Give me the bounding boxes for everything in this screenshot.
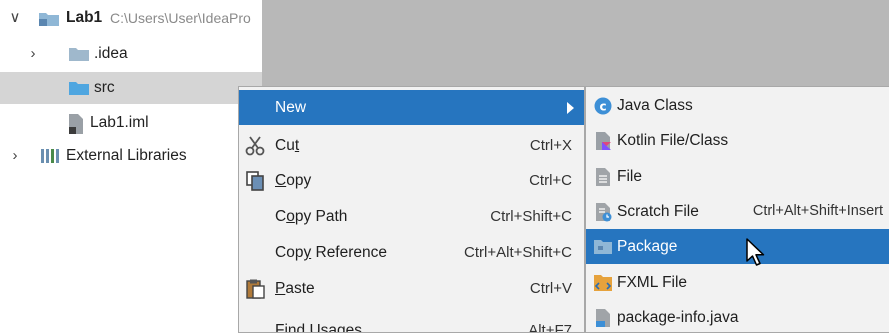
menu-shortcut-copy: Ctrl+C <box>529 172 572 189</box>
submenu-label-kotlin-file: Kotlin File/Class <box>617 132 729 149</box>
libraries-icon <box>41 149 59 163</box>
submenu-item-fxml-file[interactable]: FXML File <box>586 265 889 300</box>
module-folder-icon <box>39 13 59 26</box>
tree-label-external-libraries: External Libraries <box>66 147 187 164</box>
fxml-file-icon <box>594 275 612 291</box>
menu-item-copy-path[interactable]: Copy Path Ctrl+Shift+C <box>239 199 584 234</box>
chevron-right-icon[interactable]: › <box>8 140 22 172</box>
menu-label-copy-reference: Copy Reference <box>275 244 388 261</box>
tree-node-lab1-iml[interactable]: Lab1.iml <box>0 107 262 139</box>
submenu-item-package-info[interactable]: package-info.java <box>586 300 889 332</box>
submenu-label-fxml-file: FXML File <box>617 274 688 291</box>
package-icon <box>594 240 612 254</box>
menu-shortcut-copy-path: Ctrl+Shift+C <box>490 208 572 225</box>
menu-item-new[interactable]: New <box>239 90 584 125</box>
context-menu: New Cut Ctrl+X Copy Ctrl+C Copy Path Ctr… <box>238 86 585 333</box>
menu-shortcut-copy-reference: Ctrl+Alt+Shift+C <box>464 244 572 261</box>
chevron-down-icon[interactable]: ∨ <box>8 2 22 34</box>
tree-node-idea[interactable]: › .idea <box>0 38 262 70</box>
iml-file-icon <box>69 114 83 134</box>
file-icon <box>596 168 610 186</box>
menu-shortcut-paste: Ctrl+V <box>529 280 572 297</box>
scissors-icon <box>245 136 265 156</box>
paste-icon <box>246 279 265 299</box>
java-class-icon: c <box>594 97 612 115</box>
project-tree: ∨ Lab1 C:\Users\User\IdeaPro › .idea src… <box>0 0 262 333</box>
menu-label-copy: Copy <box>275 172 312 189</box>
new-submenu: c Java Class Kotlin File/Class File Scra… <box>585 86 889 333</box>
submenu-item-kotlin-file[interactable]: Kotlin File/Class <box>586 123 889 158</box>
tree-label-lab1-iml: Lab1.iml <box>90 114 149 131</box>
svg-text:c: c <box>599 100 606 114</box>
submenu-label-java-class: Java Class <box>617 97 693 114</box>
menu-label-cut: Cut <box>275 137 300 154</box>
kotlin-file-icon <box>596 132 611 150</box>
chevron-right-icon[interactable]: › <box>26 38 40 70</box>
tree-path-lab1: C:\Users\User\IdeaPro <box>110 10 251 26</box>
menu-item-cut[interactable]: Cut Ctrl+X <box>239 128 584 163</box>
copy-icon <box>246 171 264 191</box>
scratch-file-icon <box>596 203 612 222</box>
submenu-item-package[interactable]: Package <box>586 229 889 264</box>
tree-node-external-libraries[interactable]: › External Libraries <box>0 140 262 172</box>
submenu-shortcut-scratch-file: Ctrl+Alt+Shift+Insert <box>752 203 883 219</box>
submenu-label-package-info: package-info.java <box>617 309 739 326</box>
menu-item-paste[interactable]: Paste Ctrl+V <box>239 271 584 306</box>
tree-node-src[interactable]: src <box>0 72 262 104</box>
submenu-label-file: File <box>617 168 642 185</box>
tree-label-lab1: Lab1 <box>66 9 103 26</box>
submenu-label-package: Package <box>617 238 678 255</box>
source-folder-icon <box>69 82 89 95</box>
editor-background <box>262 0 889 86</box>
menu-label-copy-path: Copy Path <box>275 208 348 225</box>
menu-item-copy[interactable]: Copy Ctrl+C <box>239 163 584 198</box>
tree-node-lab1[interactable]: ∨ Lab1 C:\Users\User\IdeaPro <box>0 2 262 34</box>
submenu-item-java-class[interactable]: c Java Class <box>586 88 889 123</box>
menu-shortcut-cut: Ctrl+X <box>529 137 572 154</box>
menu-label-new: New <box>275 99 307 116</box>
submenu-label-scratch-file: Scratch File <box>617 203 699 220</box>
folder-icon <box>69 48 89 61</box>
submenu-item-file[interactable]: File <box>586 159 889 194</box>
submenu-arrow-icon <box>567 102 574 114</box>
tree-label-src: src <box>94 79 115 96</box>
submenu-item-scratch-file[interactable]: Scratch File Ctrl+Alt+Shift+Insert <box>586 194 889 229</box>
java-file-icon <box>596 309 610 327</box>
menu-item-copy-reference[interactable]: Copy Reference Ctrl+Alt+Shift+C <box>239 235 584 270</box>
menu-item-find-usages[interactable]: Find Usages Alt+F7 <box>239 313 584 333</box>
mouse-pointer-icon <box>746 238 765 266</box>
menu-label-find-usages: Find Usages <box>275 322 363 333</box>
menu-label-paste: Paste <box>275 280 315 297</box>
menu-shortcut-find-usages: Alt+F7 <box>528 322 572 333</box>
tree-label-idea: .idea <box>94 45 128 62</box>
